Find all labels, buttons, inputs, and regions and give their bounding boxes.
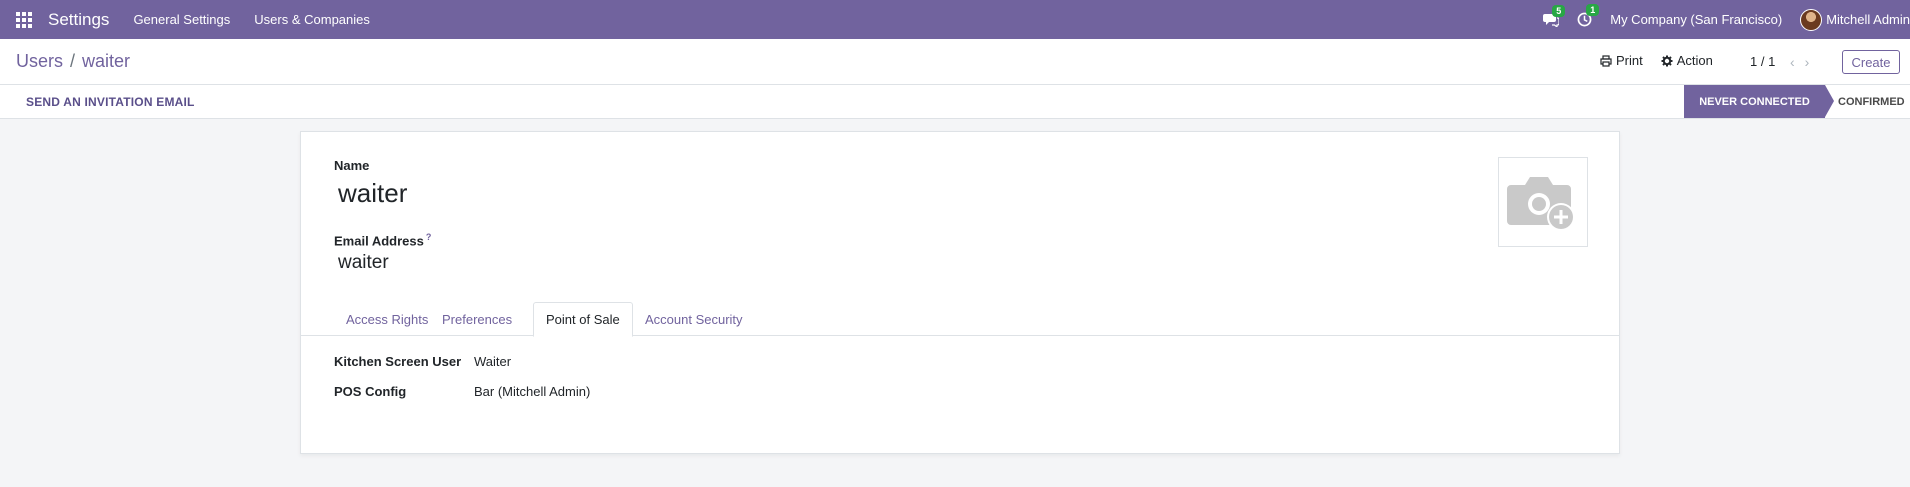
breadcrumb: Users / waiter xyxy=(16,51,130,72)
chevron-left-icon[interactable]: ‹ xyxy=(1790,54,1795,70)
messages-count-badge: 5 xyxy=(1552,4,1566,17)
control-panel: Users / waiter Print Action 1 / 1 ‹ › Cr… xyxy=(0,39,1910,85)
breadcrumb-separator: / xyxy=(70,51,76,71)
menu-general-settings[interactable]: General Settings xyxy=(133,12,230,27)
print-label: Print xyxy=(1616,53,1643,68)
main-navbar: Settings General Settings Users & Compan… xyxy=(0,0,1910,39)
action-button[interactable]: Action xyxy=(1661,53,1713,68)
stage-never-connected[interactable]: NEVER CONNECTED xyxy=(1684,85,1825,118)
tab-preferences[interactable]: Preferences xyxy=(430,302,524,337)
gear-icon xyxy=(1661,55,1673,66)
menu-users-companies[interactable]: Users & Companies xyxy=(254,12,370,27)
breadcrumb-current: waiter xyxy=(82,51,131,71)
form-sheet: Name waiter Email Address? waiter Access… xyxy=(300,131,1620,454)
print-icon xyxy=(1600,54,1612,67)
company-switcher[interactable]: My Company (San Francisco) xyxy=(1610,12,1782,27)
pos-config-field[interactable]: Bar (Mitchell Admin) xyxy=(474,384,590,399)
user-name: Mitchell Admin xyxy=(1826,12,1910,27)
systray: 5 1 My Company (San Francisco) Mitchell … xyxy=(1543,0,1910,39)
email-field[interactable]: waiter xyxy=(338,252,389,274)
kitchen-screen-user-field[interactable]: Waiter xyxy=(474,354,511,369)
notebook-tabs: Access Rights Preferences Point of Sale … xyxy=(301,302,1619,337)
apps-grid-icon[interactable] xyxy=(16,11,34,29)
chevron-right-icon[interactable]: › xyxy=(1805,54,1810,70)
tab-access-rights[interactable]: Access Rights xyxy=(334,302,440,337)
action-label: Action xyxy=(1676,53,1713,68)
messages-button[interactable]: 5 xyxy=(1543,4,1566,27)
name-field[interactable]: waiter xyxy=(338,178,407,209)
stage-arrow xyxy=(1825,85,1834,117)
send-invitation-button[interactable]: SEND AN INVITATION EMAIL xyxy=(26,95,195,109)
name-label: Name xyxy=(334,158,370,173)
activities-count-badge: 1 xyxy=(1586,4,1600,16)
stage-confirmed[interactable]: CONFIRMED xyxy=(1838,85,1910,118)
pager-value[interactable]: 1 / 1 xyxy=(1750,54,1775,69)
avatar xyxy=(1800,8,1823,31)
help-tooltip-icon[interactable]: ? xyxy=(426,232,432,242)
email-label: Email Address? xyxy=(334,232,431,248)
breadcrumb-users-link[interactable]: Users xyxy=(16,51,63,72)
kitchen-screen-user-label: Kitchen Screen User xyxy=(334,354,462,369)
action-buttons: Print Action xyxy=(1600,53,1731,68)
pos-config-label: POS Config xyxy=(334,384,407,399)
create-button[interactable]: Create xyxy=(1842,50,1900,74)
print-button[interactable]: Print xyxy=(1600,53,1643,68)
tab-account-security[interactable]: Account Security xyxy=(633,302,755,337)
activities-button[interactable]: 1 xyxy=(1577,4,1600,27)
app-name[interactable]: Settings xyxy=(48,10,109,30)
camera-plus-icon xyxy=(1507,177,1575,231)
tab-point-of-sale[interactable]: Point of Sale xyxy=(533,302,633,337)
form-statusbar: SEND AN INVITATION EMAIL NEVER CONNECTED… xyxy=(0,85,1910,119)
pager-nav: ‹ › xyxy=(1790,54,1809,70)
user-menu[interactable]: Mitchell Admin xyxy=(1800,8,1910,31)
photo-upload[interactable] xyxy=(1498,157,1588,247)
email-label-text: Email Address xyxy=(334,233,424,249)
